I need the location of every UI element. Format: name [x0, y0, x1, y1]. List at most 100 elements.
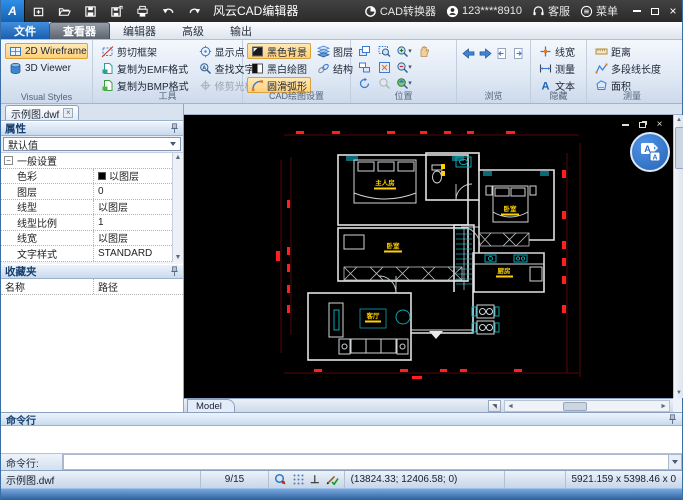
property-row[interactable]: 文字样式 STANDARD [1, 246, 172, 262]
save-button[interactable] [78, 1, 102, 21]
measure-toggle-button[interactable]: 测量 [535, 60, 582, 76]
status-filename: 示例图.dwf [1, 471, 201, 488]
pan-button[interactable] [415, 43, 433, 59]
horizontal-scrollbar[interactable]: ◄ ► [504, 400, 670, 412]
pin-icon[interactable] [170, 123, 179, 134]
avatar-icon [446, 5, 459, 18]
2d-wireframe-button[interactable]: 2D Wireframe [5, 43, 88, 59]
zoom-out-button[interactable]: ▾ [395, 59, 413, 75]
command-input[interactable] [63, 454, 668, 470]
property-row[interactable]: 线型比例 1 [1, 215, 172, 231]
color-swatch [98, 172, 106, 180]
preset-select[interactable]: 默认值 [3, 137, 181, 151]
tab-editor[interactable]: 编辑器 [110, 22, 169, 39]
window-title: 风云CAD编辑器 [213, 0, 298, 22]
favorites-col-name[interactable]: 名称 [1, 279, 93, 294]
prev-page-button[interactable] [495, 45, 510, 61]
svg-text:A: A [652, 155, 657, 162]
grid-snap-icon[interactable] [292, 473, 305, 486]
bw-draw-button[interactable]: 黑白绘图 [247, 60, 311, 76]
command-expand-button[interactable] [668, 454, 682, 470]
model-tab[interactable]: Model [187, 399, 235, 412]
copy-view-icon [358, 45, 371, 58]
menu-button[interactable]: 菜单 [580, 3, 618, 19]
vertical-scroll-thumb[interactable] [675, 127, 683, 169]
minimize-button[interactable] [628, 1, 646, 21]
tab-scroll-button[interactable]: ◥ [488, 400, 501, 412]
canvas-top-strip [184, 104, 682, 115]
distance-button[interactable]: 距离 [591, 43, 673, 59]
link-icon [317, 62, 330, 75]
support-button[interactable]: 客服 [532, 3, 570, 19]
property-row[interactable]: 线宽 以图层 [1, 231, 172, 247]
group-visual-styles: 2D Wireframe 3D Viewer Visual Styles [1, 40, 93, 103]
draw-pen-icon[interactable] [325, 473, 339, 486]
scroll-left-icon[interactable]: ◄ [507, 403, 514, 410]
pin-icon[interactable] [668, 414, 677, 425]
open-button[interactable] [52, 1, 76, 21]
favorites-list[interactable] [1, 295, 183, 413]
horizontal-scroll-thumb[interactable] [563, 402, 587, 411]
properties-scrollbar[interactable]: ▲▼ [172, 153, 183, 262]
ribbon: 2D Wireframe 3D Viewer Visual Styles 剪切框… [1, 40, 682, 104]
scroll-down-icon[interactable]: ▼ [676, 390, 682, 396]
favorites-col-path[interactable]: 路径 [93, 279, 183, 294]
bw-draw-icon [251, 62, 264, 75]
zoom-window-button[interactable] [375, 43, 393, 59]
print-button[interactable] [130, 1, 154, 21]
pin-icon[interactable] [170, 266, 179, 277]
3d-viewer-button[interactable]: 3D Viewer [5, 60, 88, 76]
polyline-length-button[interactable]: 多段线长度 [591, 60, 673, 76]
document-close-icon[interactable]: × [63, 108, 73, 118]
collapse-icon[interactable]: − [4, 156, 13, 165]
undo-button[interactable] [156, 1, 180, 21]
preset-row: 默认值 [1, 136, 183, 153]
property-group-row[interactable]: −一般设置 [1, 153, 172, 169]
svg-text:A: A [202, 65, 206, 71]
room-label-living: 客厅 [366, 311, 381, 320]
zoom-in-button[interactable]: ▾ [395, 43, 413, 59]
vertical-scrollbar[interactable]: ▲ ▼ [673, 115, 683, 398]
save-as-button[interactable] [104, 1, 128, 21]
window-marks [346, 156, 549, 176]
image-convert-floating-button[interactable]: A A [630, 132, 670, 172]
canvas-minimize-button[interactable] [620, 119, 631, 130]
black-background-button[interactable]: 黑色背景 [247, 43, 311, 59]
next-page-button[interactable] [511, 45, 526, 61]
zoom-extents-button[interactable] [375, 59, 393, 75]
command-history[interactable] [1, 426, 682, 454]
copy-view-button[interactable] [355, 43, 373, 59]
user-account[interactable]: 123****8910 [446, 5, 522, 18]
canvas-restore-button[interactable] [637, 119, 648, 130]
clip-frame-button[interactable]: 剪切框架 [97, 43, 193, 59]
cad-converter-button[interactable]: CAD转换器 [364, 3, 436, 19]
canvas-close-button[interactable]: × [654, 119, 665, 130]
line-width-button[interactable]: 线宽 [535, 43, 582, 59]
back-button[interactable] [461, 45, 476, 61]
copy-emf-button[interactable]: 复制为EMF格式 [97, 60, 193, 76]
new-file-button[interactable] [26, 1, 50, 21]
chevron-down-icon [672, 460, 678, 464]
property-row[interactable]: 线型 以图层 [1, 200, 172, 216]
left-panel: 示例图.dwf × 属性 默认值 −一般设置 色彩 以图层 图层 0 [1, 104, 184, 412]
scroll-up-icon[interactable]: ▲ [676, 117, 682, 123]
scroll-right-icon[interactable]: ► [660, 403, 667, 410]
document-tab[interactable]: 示例图.dwf × [5, 105, 79, 120]
tab-output[interactable]: 输出 [217, 22, 265, 39]
property-row[interactable]: 图层 0 [1, 184, 172, 200]
tab-file[interactable]: 文件 [1, 22, 49, 39]
maximize-button[interactable] [646, 1, 664, 21]
command-panel: 命令行 命令行: [1, 412, 682, 470]
cylinder-3d-icon [9, 62, 22, 75]
tab-advanced[interactable]: 高级 [169, 22, 217, 39]
cascade-views-button[interactable] [355, 59, 373, 75]
osnap-icon[interactable] [274, 473, 287, 486]
tab-viewer[interactable]: 查看器 [49, 22, 110, 39]
ortho-mode-icon[interactable]: ⊥ [310, 473, 320, 486]
close-button[interactable]: × [664, 1, 682, 21]
line-width-icon [539, 45, 552, 58]
redo-button[interactable] [182, 1, 206, 21]
forward-button[interactable] [478, 45, 493, 61]
drawing-canvas[interactable]: 主人房 卧室 卧室 客厅 厨房 × A [184, 115, 673, 398]
property-row[interactable]: 色彩 以图层 [1, 169, 172, 185]
